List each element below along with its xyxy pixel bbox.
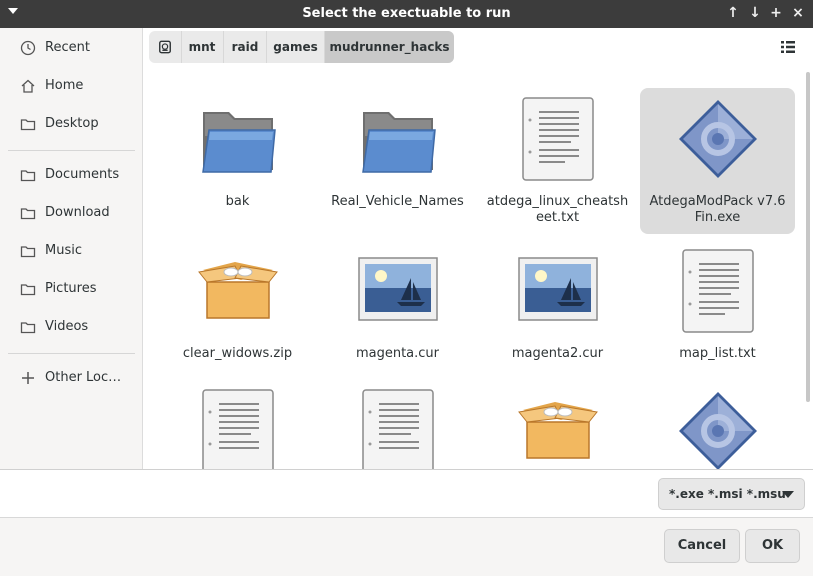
- folder-icon: [20, 119, 36, 131]
- sidebar-item-label: Documents: [45, 167, 120, 182]
- sidebar-item-label: Other Loc…: [45, 370, 122, 385]
- dialog-footer: *.exe *.msi *.msu Cancel OK: [0, 469, 813, 576]
- list-view-icon[interactable]: [778, 37, 798, 57]
- clock-icon: [20, 40, 36, 56]
- title-bar: Select the exectuable to run ↑ ↓ + ×: [0, 0, 813, 28]
- file-grid: bak Real_Vehicle_Names atdega_linux_chea…: [143, 70, 805, 469]
- drive-icon: [159, 40, 171, 54]
- down-arrow-icon[interactable]: ↓: [746, 4, 764, 22]
- file-item-archive[interactable]: [480, 380, 635, 469]
- sidebar-item-label: Recent: [45, 40, 90, 55]
- scrollbar[interactable]: [806, 72, 810, 402]
- file-name: magenta2.cur: [511, 346, 604, 361]
- file-name: magenta.cur: [355, 346, 440, 361]
- file-item-magenta2[interactable]: magenta2.cur: [480, 240, 635, 386]
- sidebar-item-label: Music: [45, 243, 82, 258]
- breadcrumb: mnt raid games mudrunner_hacks: [149, 31, 454, 63]
- folder-icon: [20, 208, 36, 220]
- folder-icon: [20, 322, 36, 334]
- file-item-real-vehicle-names[interactable]: Real_Vehicle_Names: [320, 88, 475, 234]
- image-file-icon: [518, 257, 598, 321]
- text-file-icon: [682, 249, 754, 333]
- sidebar-item-pictures[interactable]: Pictures: [0, 271, 142, 307]
- maximize-icon[interactable]: +: [767, 4, 785, 22]
- sidebar-item-label: Videos: [45, 319, 89, 334]
- file-name: Real_Vehicle_Names: [331, 194, 464, 209]
- folder-icon: [202, 112, 276, 173]
- sidebar-item-music[interactable]: Music: [0, 233, 142, 269]
- file-item-executable[interactable]: [640, 380, 795, 469]
- home-icon: [21, 79, 35, 93]
- filter-value: *.exe *.msi *.msu: [669, 487, 786, 501]
- cancel-button[interactable]: Cancel: [664, 529, 740, 563]
- sidebar-item-label: Pictures: [45, 281, 97, 296]
- up-arrow-icon[interactable]: ↑: [724, 4, 742, 22]
- archive-icon: [198, 262, 278, 319]
- file-item-text[interactable]: [320, 380, 475, 469]
- sidebar-item-videos[interactable]: Videos: [0, 309, 142, 345]
- ok-button[interactable]: OK: [745, 529, 800, 563]
- sidebar-separator: [8, 150, 135, 151]
- file-type-filter[interactable]: *.exe *.msi *.msu: [658, 478, 805, 510]
- sidebar-item-documents[interactable]: Documents: [0, 157, 142, 193]
- file-item-bak[interactable]: bak: [160, 88, 315, 234]
- file-item-clear-widows[interactable]: clear_widows.zip: [160, 240, 315, 386]
- file-item-cheatsheet[interactable]: atdega_linux_cheatsheet.txt: [480, 88, 635, 234]
- sidebar-separator: [8, 353, 135, 354]
- file-item-text[interactable]: [160, 380, 315, 469]
- folder-icon: [362, 112, 436, 173]
- sidebar-item-label: Desktop: [45, 116, 99, 131]
- executable-icon: [679, 100, 757, 178]
- file-name: bak: [225, 194, 250, 209]
- text-file-icon: [362, 389, 434, 469]
- breadcrumb-mudrunner-hacks[interactable]: mudrunner_hacks: [325, 31, 454, 63]
- text-file-icon: [522, 97, 594, 181]
- image-file-icon: [358, 257, 438, 321]
- window-title: Select the exectuable to run: [302, 6, 511, 21]
- file-item-map-list[interactable]: map_list.txt: [640, 240, 795, 386]
- file-item-atdega-modpack[interactable]: AtdegaModPack v7.6 Fin.exe: [640, 88, 795, 234]
- folder-icon: [20, 246, 36, 258]
- sidebar-item-desktop[interactable]: Desktop: [0, 106, 142, 142]
- sidebar-item-other-locations[interactable]: Other Loc…: [0, 360, 142, 396]
- file-item-magenta[interactable]: magenta.cur: [320, 240, 475, 386]
- chevron-down-icon: [782, 491, 794, 498]
- sidebar-item-label: Download: [45, 205, 110, 220]
- filter-row: *.exe *.msi *.msu: [0, 470, 813, 518]
- sidebar-item-recent[interactable]: Recent: [0, 30, 142, 66]
- breadcrumb-mnt[interactable]: mnt: [181, 31, 224, 63]
- breadcrumb-root[interactable]: [149, 31, 182, 63]
- sidebar-item-download[interactable]: Download: [0, 195, 142, 231]
- breadcrumb-raid[interactable]: raid: [224, 31, 267, 63]
- executable-icon: [679, 392, 757, 469]
- plus-icon: [22, 372, 34, 384]
- sidebar-item-label: Home: [45, 78, 84, 93]
- places-sidebar: Recent Home Desktop Documents Download M…: [0, 28, 143, 469]
- file-name: clear_widows.zip: [182, 346, 293, 361]
- folder-icon: [20, 284, 36, 296]
- close-icon[interactable]: ×: [789, 4, 807, 22]
- file-name: map_list.txt: [679, 346, 756, 361]
- sidebar-item-home[interactable]: Home: [0, 68, 142, 104]
- text-file-icon: [202, 389, 274, 469]
- folder-icon: [20, 170, 36, 182]
- file-name: atdega_linux_cheatsheet.txt: [486, 194, 629, 225]
- archive-icon: [518, 402, 598, 459]
- file-name: AtdegaModPack v7.6 Fin.exe: [649, 194, 786, 225]
- breadcrumb-games[interactable]: games: [267, 31, 325, 63]
